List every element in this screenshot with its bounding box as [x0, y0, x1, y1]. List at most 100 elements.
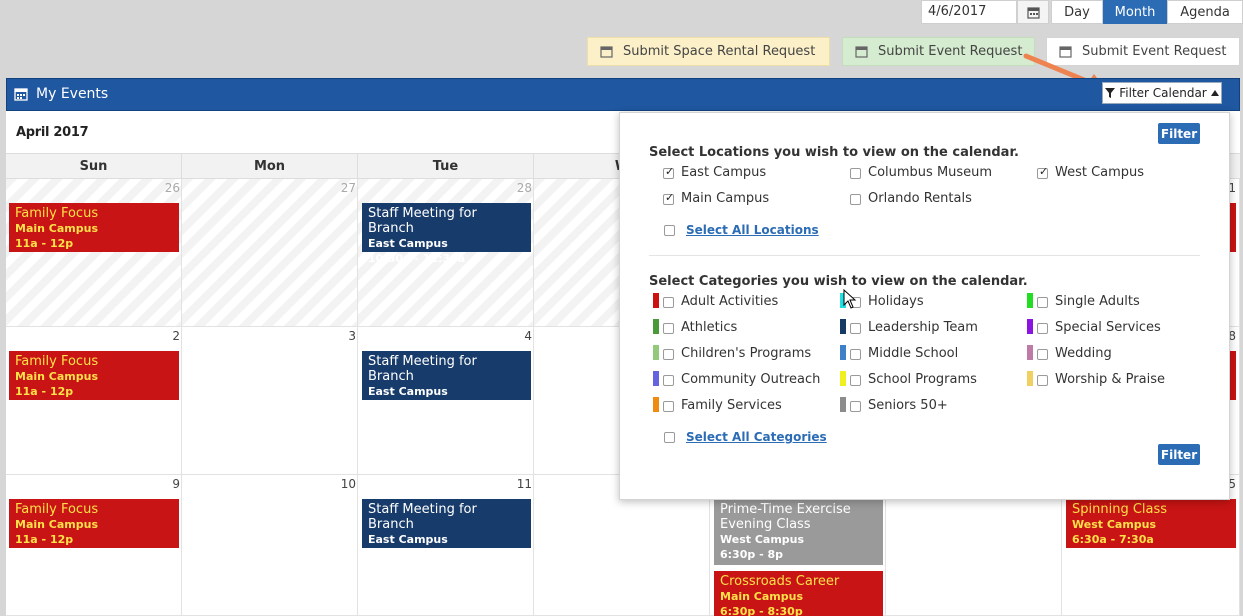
location-checkbox-main[interactable] [663, 191, 674, 205]
event-staff-meeting[interactable]: Staff Meeting for Branch East Campus 10:… [362, 351, 531, 413]
category-checkbox[interactable] [850, 375, 861, 386]
category-label: Family Services [681, 398, 782, 413]
my-events-header [6, 78, 1240, 111]
category-color-swatch [653, 293, 659, 308]
category-color-swatch [653, 397, 659, 412]
event-time: 11a - 12p [15, 533, 74, 546]
event-time: 10:30a - 11:30a [368, 548, 466, 561]
location-label: West Campus [1055, 165, 1145, 180]
day-cell[interactable] [182, 179, 358, 327]
category-color-swatch [1027, 293, 1033, 308]
location-label: Columbus Museum [868, 165, 993, 180]
event-family-focus[interactable]: Family Focus Main Campus 11a - 12p [9, 351, 179, 400]
event-title: Spinning Class [1072, 502, 1168, 517]
category-label: School Programs [868, 372, 977, 387]
category-color-swatch [840, 319, 846, 334]
event-prime-time[interactable]: Prime-Time Exercise Evening Class West C… [714, 499, 883, 565]
event-spinning[interactable]: Spinning Class West Campus 6:30a - 7:30a [1066, 499, 1236, 548]
calendar-icon [1026, 6, 1040, 19]
filter-apply-button-bottom[interactable]: Filter [1158, 444, 1200, 465]
category-checkbox[interactable] [1037, 297, 1048, 308]
category-label: Middle School [868, 346, 959, 361]
category-color-swatch [653, 345, 659, 360]
event-title: Family Focus [15, 206, 99, 221]
category-checkbox[interactable] [850, 349, 861, 360]
location-checkbox-orlando[interactable] [850, 194, 861, 205]
location-label: Orlando Rentals [868, 191, 972, 206]
day-number: 26 [164, 181, 180, 195]
day-number: 9 [172, 477, 180, 491]
event-location: Main Campus [15, 370, 99, 383]
event-title: Prime-Time Exercise Evening Class [720, 502, 851, 532]
category-checkbox[interactable] [1037, 323, 1048, 334]
day-number: 27 [340, 181, 356, 195]
day-cell[interactable] [182, 327, 358, 475]
location-checkbox-west[interactable] [1037, 165, 1048, 179]
category-label: Holidays [868, 294, 924, 309]
mouse-cursor-icon [843, 289, 857, 309]
event-staff-meeting[interactable]: Staff Meeting for Branch East Campus 10:… [362, 203, 531, 265]
day-cell[interactable] [6, 179, 182, 327]
view-month-button[interactable]: Month [1103, 0, 1167, 24]
event-location: West Campus [720, 533, 805, 546]
event-time: 10:30a - 11:30a [368, 252, 466, 265]
category-checkbox[interactable] [1037, 375, 1048, 386]
select-all-locations-link[interactable]: Select All Locations [686, 223, 819, 237]
select-all-categories-checkbox[interactable] [664, 432, 675, 443]
event-location: East Campus [368, 385, 448, 398]
category-label: Adult Activities [681, 294, 779, 309]
event-title: Staff Meeting for Branch [368, 502, 477, 532]
category-label: Athletics [681, 320, 738, 335]
event-location: East Campus [368, 237, 448, 250]
filter-calendar-button[interactable]: Filter Calendar [1102, 82, 1222, 104]
event-location: Main Campus [15, 222, 99, 235]
event-family-focus[interactable]: Family Focus Main Campus 11a - 12p [9, 499, 179, 548]
category-checkbox[interactable] [663, 375, 674, 386]
category-color-swatch [653, 371, 659, 386]
category-checkbox[interactable] [850, 323, 861, 334]
event-time: 10:30a - 11:30a [368, 400, 466, 413]
category-checkbox[interactable] [850, 401, 861, 412]
category-color-swatch [1027, 319, 1033, 334]
category-label: Wedding [1055, 346, 1112, 361]
category-label: Leadership Team [868, 320, 978, 335]
event-time: 11a - 12p [15, 385, 74, 398]
day-number: 28 [516, 181, 532, 195]
category-label: Seniors 50+ [868, 398, 948, 413]
category-color-swatch [840, 397, 846, 412]
view-day-button[interactable]: Day [1051, 0, 1103, 24]
day-cell[interactable] [6, 327, 182, 475]
category-checkbox[interactable] [663, 349, 674, 360]
event-title: Staff Meeting for Branch [368, 206, 477, 236]
date-picker-button[interactable] [1017, 0, 1049, 24]
location-checkbox-columbus[interactable] [850, 168, 861, 179]
caret-up-icon [1210, 90, 1219, 96]
submit-event-request-green-button[interactable]: Submit Event Request [842, 37, 1035, 66]
category-checkbox[interactable] [663, 297, 674, 308]
event-family-focus[interactable]: Family Focus Main Campus 11a - 12p [9, 203, 179, 252]
day-cell[interactable] [182, 475, 358, 616]
select-all-locations-checkbox[interactable] [664, 225, 675, 236]
category-label: Children's Programs [681, 346, 812, 361]
submit-event-request-label: Submit Event Request [878, 44, 1023, 59]
event-time: 11a - 12p [15, 237, 74, 250]
event-title: Staff Meeting for Branch [368, 354, 477, 384]
event-staff-meeting[interactable]: Staff Meeting for Branch East Campus 10:… [362, 499, 531, 561]
event-crossroads[interactable]: Crossroads Career Main Campus 6:30p - 8:… [714, 571, 883, 616]
select-all-categories-link[interactable]: Select All Categories [686, 430, 827, 444]
location-checkbox-east[interactable] [663, 165, 674, 179]
month-title: April 2017 [16, 125, 89, 140]
event-location: Main Campus [15, 518, 99, 531]
category-checkbox[interactable] [1037, 349, 1048, 360]
event-time: 6:30a - 7:30a [1072, 533, 1154, 546]
category-checkbox[interactable] [663, 401, 674, 412]
filter-calendar-label: Filter Calendar [1119, 86, 1207, 100]
category-checkbox[interactable] [663, 323, 674, 334]
event-title: Crossroads Career [720, 574, 840, 589]
view-agenda-button[interactable]: Agenda [1167, 0, 1243, 24]
submit-space-rental-button[interactable]: Submit Space Rental Request [587, 37, 830, 66]
filter-apply-button-top[interactable]: Filter [1158, 123, 1200, 144]
location-label: Main Campus [681, 191, 770, 206]
date-input[interactable]: 4/6/2017 [921, 0, 1017, 24]
page-title: My Events [36, 86, 109, 102]
